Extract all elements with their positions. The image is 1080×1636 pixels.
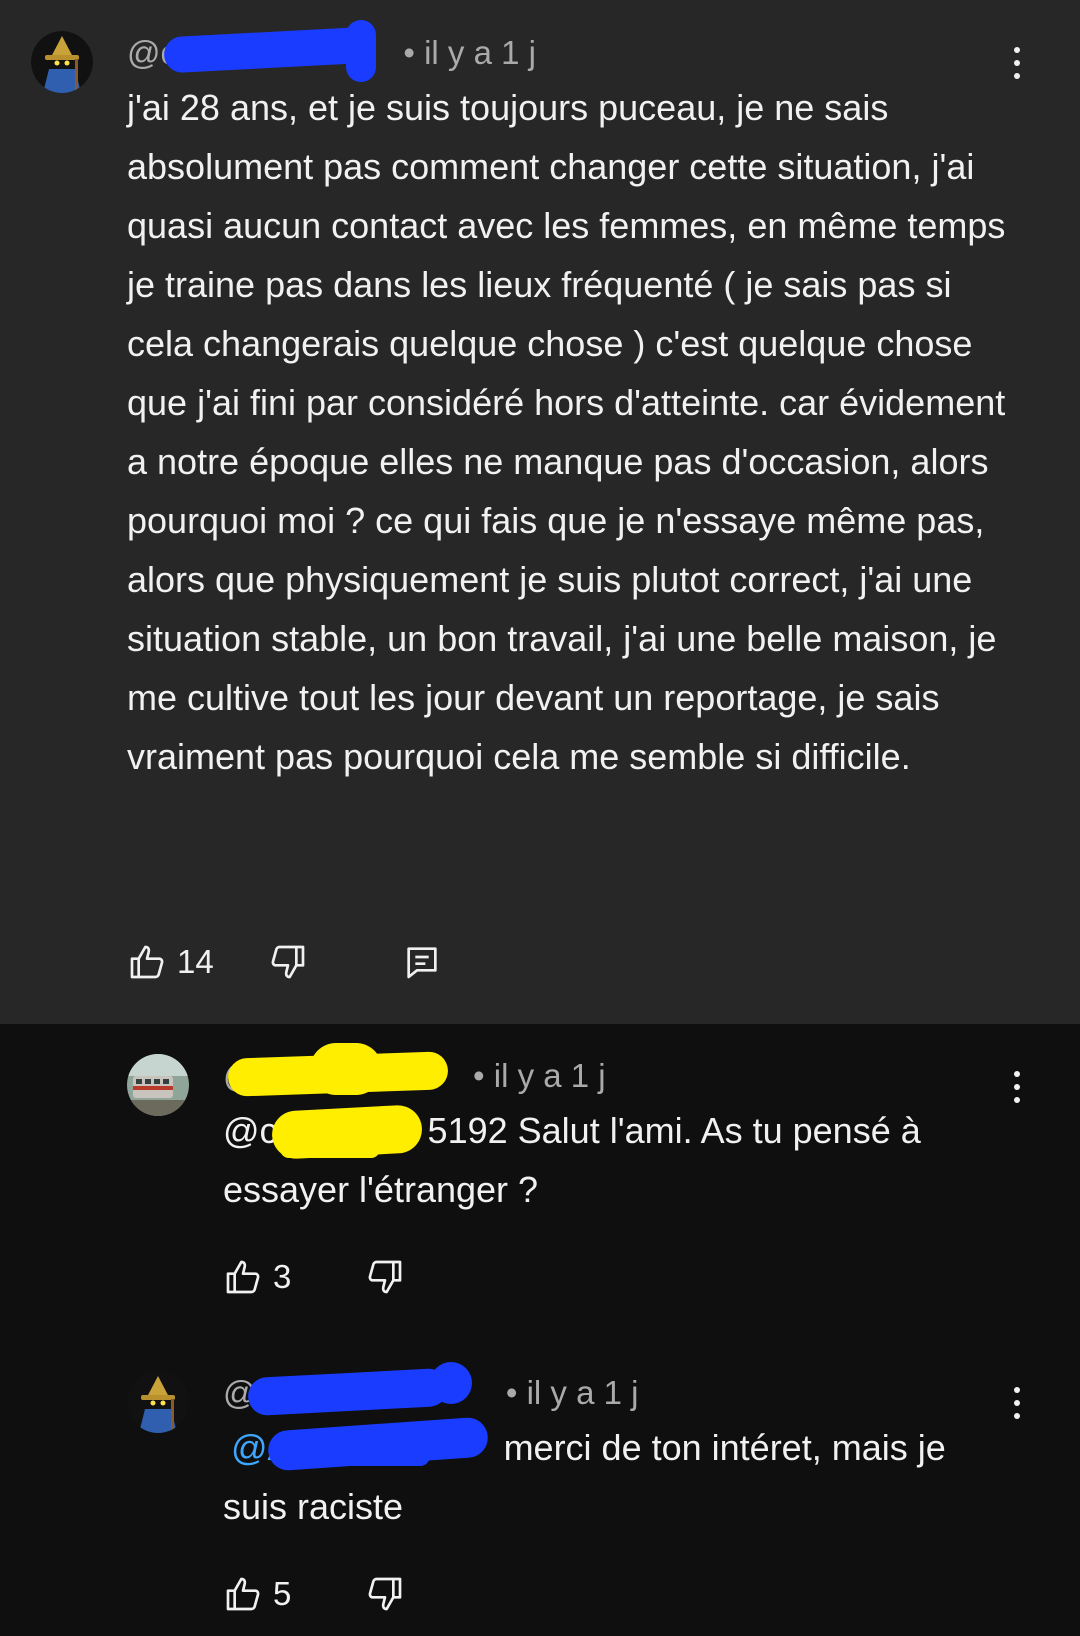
like-count: 3 — [273, 1258, 292, 1295]
timestamp: • il y a 1 j — [473, 1057, 606, 1094]
like-button[interactable]: 3 — [223, 1257, 291, 1297]
dislike-button[interactable] — [365, 1257, 405, 1297]
author-avatar[interactable] — [31, 31, 93, 93]
like-button[interactable]: 14 — [127, 942, 214, 982]
dislike-button[interactable] — [268, 942, 308, 982]
comment-actions: 3 — [223, 1255, 405, 1299]
redaction-mark — [346, 20, 376, 82]
author-avatar[interactable] — [127, 1371, 189, 1433]
comment-text: j'ai 28 ans, et je suis toujours puceau,… — [127, 87, 1006, 777]
thumb-down-icon — [368, 1260, 402, 1294]
thumb-down-icon — [368, 1577, 402, 1611]
wizard-avatar — [127, 1371, 189, 1433]
comment-actions: 5 — [223, 1572, 405, 1616]
more-vert-icon[interactable] — [1007, 1067, 1027, 1107]
redaction-mark — [430, 1362, 472, 1404]
more-vert-icon[interactable] — [1007, 43, 1027, 83]
thumb-down-icon — [271, 945, 305, 979]
redaction-mark — [310, 1043, 382, 1095]
wizard-avatar — [31, 31, 93, 93]
author-avatar[interactable] — [127, 1054, 189, 1116]
redaction-mark — [300, 1446, 430, 1466]
like-count: 14 — [177, 943, 214, 980]
timestamp: • il y a 1 j — [403, 34, 536, 71]
reply-icon — [407, 947, 437, 979]
like-count: 5 — [273, 1575, 292, 1612]
reply-button[interactable] — [402, 942, 442, 982]
reply-mention-suffix[interactable]: 5192 — [428, 1110, 508, 1151]
reply-mention[interactable]: @c — [223, 1110, 278, 1151]
comment-actions: 14 — [127, 940, 442, 984]
dislike-button[interactable] — [365, 1574, 405, 1614]
timestamp: • il y a 1 j — [505, 1374, 639, 1411]
redaction-mark — [280, 1140, 380, 1158]
thumb-up-icon — [226, 1577, 260, 1611]
thumb-up-icon — [130, 945, 164, 979]
like-button[interactable]: 5 — [223, 1574, 291, 1614]
train-avatar — [127, 1054, 189, 1116]
more-vert-icon[interactable] — [1007, 1383, 1027, 1423]
thumb-up-icon — [226, 1260, 260, 1294]
